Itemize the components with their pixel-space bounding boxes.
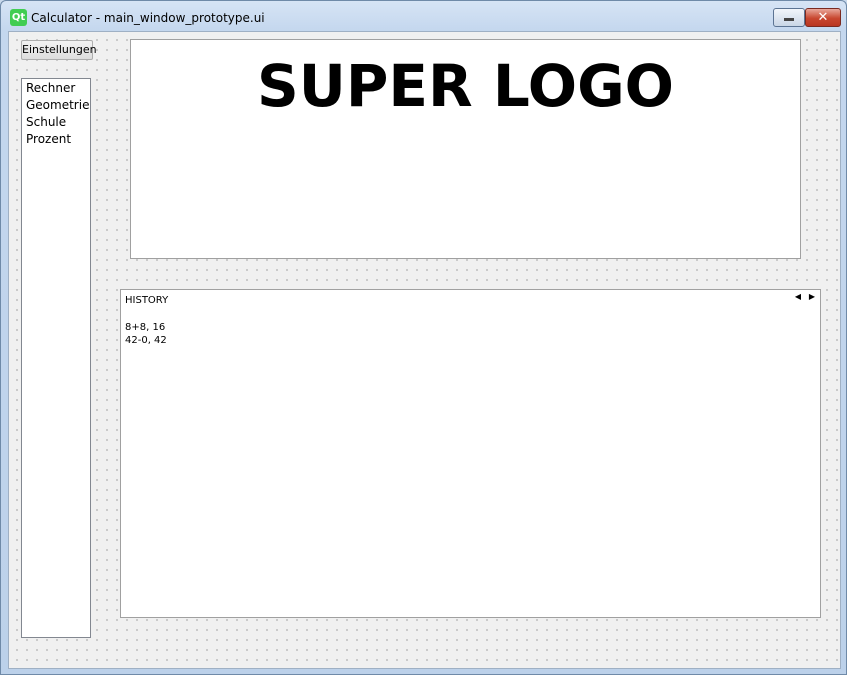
- history-entries: 8+8, 16 42-0, 42: [125, 321, 167, 347]
- history-title: HISTORY: [125, 295, 169, 306]
- scroll-right-icon[interactable]: ▶: [807, 292, 817, 302]
- history-panel: HISTORY 8+8, 16 42-0, 42 ◀ ▶: [120, 289, 821, 618]
- form-canvas: Einstellungen Rechner Geometrie Schule P…: [8, 31, 841, 669]
- settings-button[interactable]: Einstellungen: [21, 40, 97, 60]
- history-entry: 8+8, 16: [125, 322, 166, 333]
- minimize-button[interactable]: [773, 8, 805, 27]
- title-bar[interactable]: Qt Calculator - main_window_prototype.ui…: [1, 1, 846, 31]
- logo-text: SUPER LOGO: [257, 52, 674, 120]
- scroll-left-icon[interactable]: ◀: [793, 292, 803, 302]
- app-window: Qt Calculator - main_window_prototype.ui…: [0, 0, 847, 675]
- nav-item-geometrie[interactable]: Geometrie: [22, 97, 90, 114]
- logo-panel: SUPER LOGO: [130, 39, 801, 259]
- history-entry: 42-0, 42: [125, 335, 167, 346]
- nav-item-rechner[interactable]: Rechner: [22, 80, 90, 97]
- navigation-list[interactable]: Rechner Geometrie Schule Prozent: [21, 78, 91, 638]
- nav-item-prozent[interactable]: Prozent: [22, 131, 90, 148]
- window-title: Calculator - main_window_prototype.ui: [31, 11, 265, 25]
- minimize-icon: [784, 18, 794, 21]
- close-button[interactable]: ✕: [805, 8, 841, 27]
- close-icon: ✕: [817, 10, 829, 25]
- nav-item-schule[interactable]: Schule: [22, 114, 90, 131]
- qt-app-icon: Qt: [10, 9, 27, 26]
